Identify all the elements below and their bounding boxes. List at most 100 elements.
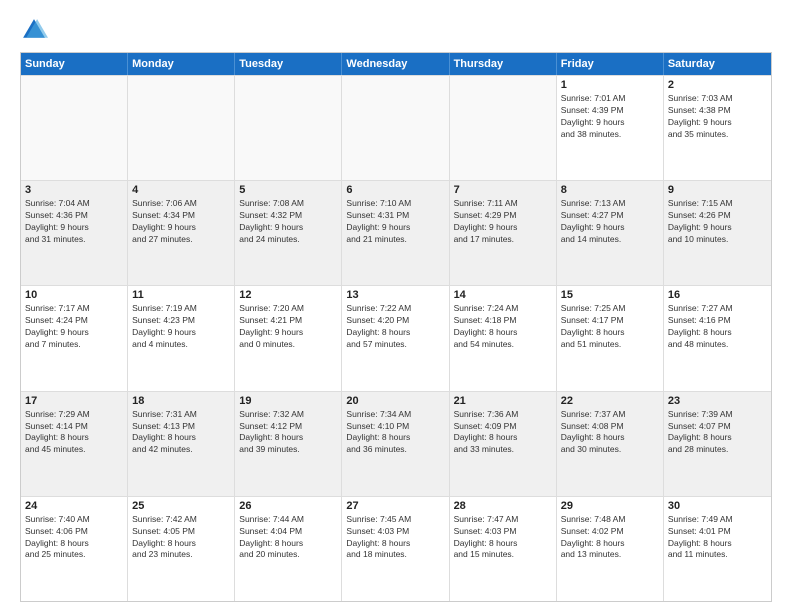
day-info: Sunrise: 7:08 AM Sunset: 4:32 PM Dayligh… — [239, 198, 337, 246]
day-number: 16 — [668, 289, 767, 301]
calendar-body: 1 Sunrise: 7:01 AM Sunset: 4:39 PM Daylig… — [21, 75, 771, 601]
day-number: 28 — [454, 500, 552, 512]
day-info: Sunrise: 7:04 AM Sunset: 4:36 PM Dayligh… — [25, 198, 123, 246]
day-number: 23 — [668, 395, 767, 407]
day-number: 21 — [454, 395, 552, 407]
day-info: Sunrise: 7:27 AM Sunset: 4:16 PM Dayligh… — [668, 303, 767, 351]
table-row: 1 Sunrise: 7:01 AM Sunset: 4:39 PM Daylig… — [557, 76, 664, 180]
day-number: 11 — [132, 289, 230, 301]
day-number: 17 — [25, 395, 123, 407]
week-row-5: 24 Sunrise: 7:40 AM Sunset: 4:06 PM Dayli… — [21, 496, 771, 601]
calendar: SundayMondayTuesdayWednesdayThursdayFrid… — [20, 52, 772, 602]
week-row-2: 3 Sunrise: 7:04 AM Sunset: 4:36 PM Daylig… — [21, 180, 771, 285]
table-row: 4 Sunrise: 7:06 AM Sunset: 4:34 PM Daylig… — [128, 181, 235, 285]
day-number: 5 — [239, 184, 337, 196]
logo — [20, 16, 52, 44]
table-row: 13 Sunrise: 7:22 AM Sunset: 4:20 PM Dayli… — [342, 286, 449, 390]
day-info: Sunrise: 7:17 AM Sunset: 4:24 PM Dayligh… — [25, 303, 123, 351]
week-row-3: 10Sunrise: 7:17 AM Sunset: 4:24 PM Dayli… — [21, 285, 771, 390]
table-row: 16 Sunrise: 7:27 AM Sunset: 4:16 PM Dayli… — [664, 286, 771, 390]
table-row: 30 Sunrise: 7:49 AM Sunset: 4:01 PM Dayli… — [664, 497, 771, 601]
day-info: Sunrise: 7:40 AM Sunset: 4:06 PM Dayligh… — [25, 514, 123, 562]
table-row: 11Sunrise: 7:19 AM Sunset: 4:23 PM Dayli… — [128, 286, 235, 390]
day-number: 3 — [25, 184, 123, 196]
day-number: 24 — [25, 500, 123, 512]
table-row: 19Sunrise: 7:32 AM Sunset: 4:12 PM Dayli… — [235, 392, 342, 496]
table-row: 26 Sunrise: 7:44 AM Sunset: 4:04 PM Dayli… — [235, 497, 342, 601]
header-day-sunday: Sunday — [21, 53, 128, 75]
day-info: Sunrise: 7:37 AM Sunset: 4:08 PM Dayligh… — [561, 409, 659, 457]
day-info: Sunrise: 7:10 AM Sunset: 4:31 PM Dayligh… — [346, 198, 444, 246]
table-row: 21 Sunrise: 7:36 AM Sunset: 4:09 PM Dayli… — [450, 392, 557, 496]
week-row-1: 1 Sunrise: 7:01 AM Sunset: 4:39 PM Daylig… — [21, 75, 771, 180]
day-info: Sunrise: 7:25 AM Sunset: 4:17 PM Dayligh… — [561, 303, 659, 351]
table-row: 2 Sunrise: 7:03 AM Sunset: 4:38 PM Daylig… — [664, 76, 771, 180]
day-info: Sunrise: 7:31 AM Sunset: 4:13 PM Dayligh… — [132, 409, 230, 457]
table-row: 25 Sunrise: 7:42 AM Sunset: 4:05 PM Dayli… — [128, 497, 235, 601]
day-number: 25 — [132, 500, 230, 512]
day-info: Sunrise: 7:11 AM Sunset: 4:29 PM Dayligh… — [454, 198, 552, 246]
table-row: 15 Sunrise: 7:25 AM Sunset: 4:17 PM Dayli… — [557, 286, 664, 390]
day-number: 13 — [346, 289, 444, 301]
day-number: 30 — [668, 500, 767, 512]
day-info: Sunrise: 7:29 AM Sunset: 4:14 PM Dayligh… — [25, 409, 123, 457]
table-row: 17 Sunrise: 7:29 AM Sunset: 4:14 PM Dayli… — [21, 392, 128, 496]
day-info: Sunrise: 7:36 AM Sunset: 4:09 PM Dayligh… — [454, 409, 552, 457]
table-row: 23 Sunrise: 7:39 AM Sunset: 4:07 PM Dayli… — [664, 392, 771, 496]
header-day-monday: Monday — [128, 53, 235, 75]
table-row — [21, 76, 128, 180]
week-row-4: 17 Sunrise: 7:29 AM Sunset: 4:14 PM Dayli… — [21, 391, 771, 496]
day-info: Sunrise: 7:45 AM Sunset: 4:03 PM Dayligh… — [346, 514, 444, 562]
day-number: 29 — [561, 500, 659, 512]
day-info: Sunrise: 7:48 AM Sunset: 4:02 PM Dayligh… — [561, 514, 659, 562]
day-number: 12 — [239, 289, 337, 301]
day-info: Sunrise: 7:47 AM Sunset: 4:03 PM Dayligh… — [454, 514, 552, 562]
day-info: Sunrise: 7:01 AM Sunset: 4:39 PM Dayligh… — [561, 93, 659, 141]
table-row: 22 Sunrise: 7:37 AM Sunset: 4:08 PM Dayli… — [557, 392, 664, 496]
day-number: 7 — [454, 184, 552, 196]
table-row — [342, 76, 449, 180]
day-info: Sunrise: 7:06 AM Sunset: 4:34 PM Dayligh… — [132, 198, 230, 246]
table-row: 18 Sunrise: 7:31 AM Sunset: 4:13 PM Dayli… — [128, 392, 235, 496]
table-row: 24 Sunrise: 7:40 AM Sunset: 4:06 PM Dayli… — [21, 497, 128, 601]
day-number: 15 — [561, 289, 659, 301]
day-number: 19 — [239, 395, 337, 407]
day-number: 1 — [561, 79, 659, 91]
day-number: 14 — [454, 289, 552, 301]
day-number: 8 — [561, 184, 659, 196]
table-row: 5 Sunrise: 7:08 AM Sunset: 4:32 PM Daylig… — [235, 181, 342, 285]
day-info: Sunrise: 7:03 AM Sunset: 4:38 PM Dayligh… — [668, 93, 767, 141]
table-row: 14 Sunrise: 7:24 AM Sunset: 4:18 PM Dayli… — [450, 286, 557, 390]
day-info: Sunrise: 7:24 AM Sunset: 4:18 PM Dayligh… — [454, 303, 552, 351]
day-info: Sunrise: 7:44 AM Sunset: 4:04 PM Dayligh… — [239, 514, 337, 562]
table-row: 10Sunrise: 7:17 AM Sunset: 4:24 PM Dayli… — [21, 286, 128, 390]
day-number: 27 — [346, 500, 444, 512]
day-number: 2 — [668, 79, 767, 91]
day-number: 26 — [239, 500, 337, 512]
table-row: 29 Sunrise: 7:48 AM Sunset: 4:02 PM Dayli… — [557, 497, 664, 601]
table-row: 3 Sunrise: 7:04 AM Sunset: 4:36 PM Daylig… — [21, 181, 128, 285]
table-row — [128, 76, 235, 180]
day-info: Sunrise: 7:15 AM Sunset: 4:26 PM Dayligh… — [668, 198, 767, 246]
day-info: Sunrise: 7:13 AM Sunset: 4:27 PM Dayligh… — [561, 198, 659, 246]
page: SundayMondayTuesdayWednesdayThursdayFrid… — [0, 0, 792, 612]
table-row — [235, 76, 342, 180]
table-row: 7 Sunrise: 7:11 AM Sunset: 4:29 PM Daylig… — [450, 181, 557, 285]
day-number: 6 — [346, 184, 444, 196]
day-info: Sunrise: 7:49 AM Sunset: 4:01 PM Dayligh… — [668, 514, 767, 562]
day-number: 20 — [346, 395, 444, 407]
table-row: 8 Sunrise: 7:13 AM Sunset: 4:27 PM Daylig… — [557, 181, 664, 285]
day-info: Sunrise: 7:20 AM Sunset: 4:21 PM Dayligh… — [239, 303, 337, 351]
day-info: Sunrise: 7:39 AM Sunset: 4:07 PM Dayligh… — [668, 409, 767, 457]
header-day-wednesday: Wednesday — [342, 53, 449, 75]
day-number: 9 — [668, 184, 767, 196]
table-row — [450, 76, 557, 180]
table-row: 12 Sunrise: 7:20 AM Sunset: 4:21 PM Dayli… — [235, 286, 342, 390]
day-number: 4 — [132, 184, 230, 196]
table-row: 20Sunrise: 7:34 AM Sunset: 4:10 PM Dayli… — [342, 392, 449, 496]
day-info: Sunrise: 7:22 AM Sunset: 4:20 PM Dayligh… — [346, 303, 444, 351]
table-row: 9 Sunrise: 7:15 AM Sunset: 4:26 PM Daylig… — [664, 181, 771, 285]
day-number: 18 — [132, 395, 230, 407]
day-number: 22 — [561, 395, 659, 407]
day-info: Sunrise: 7:42 AM Sunset: 4:05 PM Dayligh… — [132, 514, 230, 562]
